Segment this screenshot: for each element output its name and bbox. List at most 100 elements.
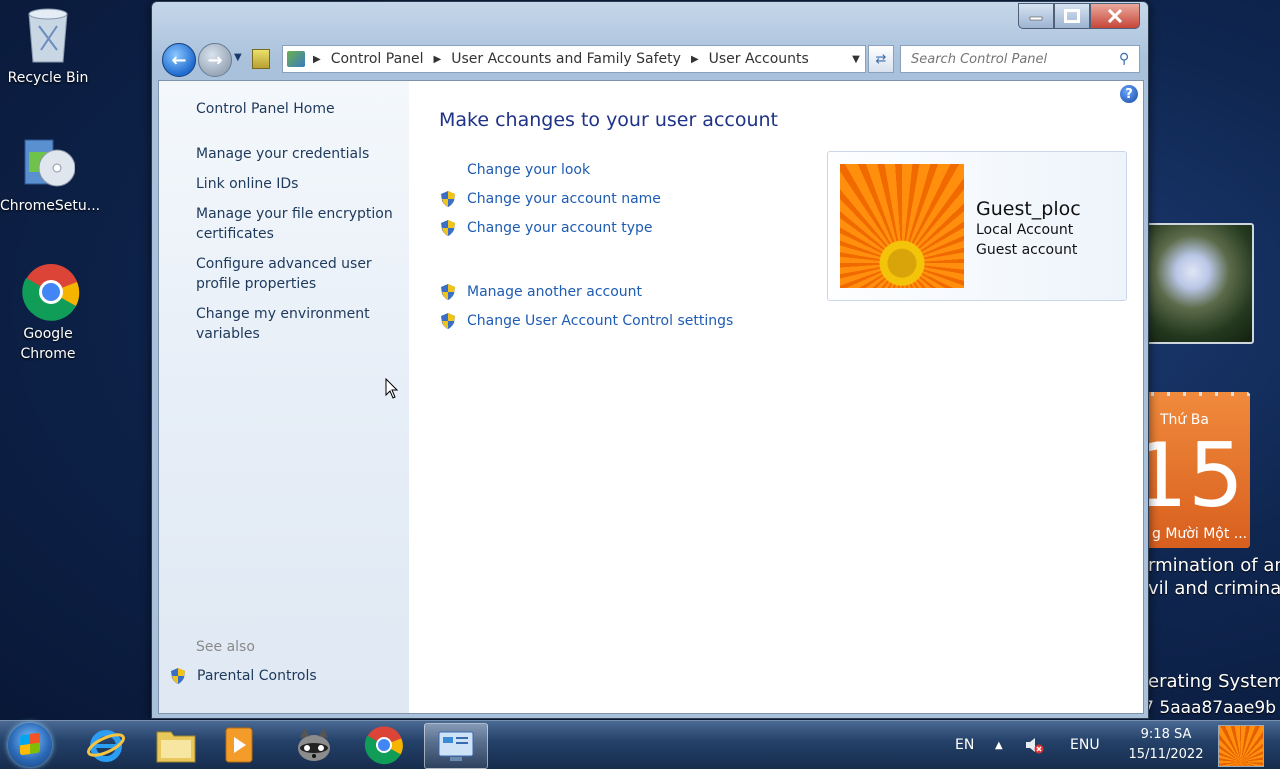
desktop-icon-recycle-bin[interactable]: Recycle Bin (0, 6, 96, 88)
breadcrumb-separator-icon[interactable]: ▶ (434, 54, 442, 65)
desktop-icon-label-line1: Google (23, 326, 73, 342)
address-bar[interactable]: ▶ Control Panel ▶ User Accounts and Fami… (282, 45, 866, 73)
chevron-up-icon: ▲ (995, 739, 1003, 751)
close-button[interactable] (1090, 3, 1140, 29)
task-label: Change your account name (467, 191, 661, 207)
desktop-icon-label: ChromeSetu... (0, 198, 101, 214)
desktop-icon-label: Recycle Bin (7, 70, 89, 86)
parental-controls-label: Parental Controls (197, 668, 317, 684)
recent-pages-dropdown[interactable]: ▼ (234, 52, 242, 63)
account-picture[interactable] (840, 164, 964, 288)
breadcrumb-user-accounts-family-safety[interactable]: User Accounts and Family Safety (451, 51, 681, 67)
breadcrumb-control-panel[interactable]: Control Panel (331, 51, 424, 67)
desktop-icon-google-chrome[interactable]: Google Chrome (0, 262, 96, 364)
folder-icon (156, 731, 196, 763)
refresh-button[interactable]: ⇄ (868, 45, 894, 73)
desktop-text-line: erating System (1148, 671, 1280, 692)
search-box[interactable]: ⚲ (900, 45, 1140, 73)
taskbar-google-chrome[interactable] (354, 723, 414, 767)
link-parental-controls[interactable]: Parental Controls (169, 667, 317, 685)
uac-shield-icon (441, 313, 455, 329)
address-dropdown-icon[interactable]: ▼ (847, 54, 865, 65)
mouse-cursor-icon (385, 378, 399, 399)
control-panel-icon (287, 51, 305, 67)
recycle-bin-icon (21, 6, 75, 64)
uac-shield-icon (441, 284, 455, 300)
task-label: Manage another account (467, 284, 643, 300)
calendar-day-number: 15 (1142, 424, 1244, 527)
internet-explorer-icon (87, 730, 125, 762)
account-name: Guest_ploc (976, 198, 1081, 220)
account-role: Guest account (976, 242, 1078, 258)
desktop-icon-label-line2: Chrome (20, 346, 76, 362)
search-icon[interactable]: ⚲ (1119, 51, 1129, 67)
clock-date: 15/11/2022 (1128, 747, 1204, 762)
help-button[interactable]: ? (1120, 85, 1138, 103)
calendar-gadget[interactable]: Thứ Ba 15 g Mười Một ... (1142, 392, 1250, 548)
link-advanced-profile-properties[interactable]: Configure advanced user profile properti… (196, 254, 396, 294)
see-also-heading: See also (196, 639, 255, 655)
task-label: Change your account type (467, 220, 653, 236)
raccoon-icon (298, 728, 330, 761)
page-heading: Make changes to your user account (439, 109, 779, 131)
show-hidden-icons-button[interactable]: ▲ (995, 721, 1003, 769)
taskbar-media-player[interactable] (210, 723, 270, 767)
arrow-left-icon: ← (171, 49, 187, 71)
task-spacer (439, 161, 457, 179)
link-control-panel-home[interactable]: Control Panel Home (196, 99, 396, 119)
forward-button[interactable]: → (198, 43, 232, 77)
account-type: Local Account (976, 222, 1074, 238)
start-button[interactable] (8, 723, 52, 767)
task-change-account-name[interactable]: Change your account name (439, 190, 661, 208)
taskbar-internet-explorer[interactable] (76, 723, 136, 767)
link-online-ids[interactable]: Link online IDs (196, 174, 396, 194)
slideshow-gadget[interactable] (1142, 223, 1254, 344)
control-panel-window: ← → ▼ ▶ Control Panel ▶ User Accounts an… (151, 1, 1149, 719)
volume-button[interactable] (1024, 721, 1044, 769)
close-icon (1107, 9, 1123, 23)
breadcrumb-separator-icon[interactable]: ▶ (691, 54, 699, 65)
calendar-month: g Mười Một ... (1152, 526, 1248, 542)
input-method-indicator[interactable]: ENU (1070, 721, 1100, 769)
maximize-button[interactable] (1054, 3, 1090, 29)
uac-shield-icon (441, 220, 455, 236)
desktop-text-line: vil and criminal (1148, 578, 1280, 599)
speaker-muted-icon (1026, 738, 1044, 754)
windows-logo-icon (20, 732, 40, 756)
task-change-look[interactable]: Change your look (439, 161, 590, 179)
maximize-icon (1064, 9, 1080, 23)
link-manage-credentials[interactable]: Manage your credentials (196, 144, 396, 164)
chrome-icon (364, 726, 403, 765)
taskbar-control-panel[interactable] (424, 723, 488, 769)
link-file-encryption-certificates[interactable]: Manage your file encryption certificates (196, 204, 396, 244)
uac-shield-icon (171, 668, 185, 684)
taskbar-raccoon-app[interactable] (284, 723, 344, 767)
left-navigation-pane: Control Panel Home Manage your credentia… (159, 81, 409, 713)
refresh-icon: ⇄ (875, 51, 887, 67)
taskbar-windows-explorer[interactable] (146, 723, 206, 767)
task-manage-another-account[interactable]: Manage another account (439, 283, 642, 301)
back-button[interactable]: ← (162, 43, 196, 77)
breadcrumb-separator-icon[interactable]: ▶ (313, 54, 321, 65)
task-label: Change your look (467, 162, 591, 178)
clock-time: 9:18 SA (1140, 727, 1192, 742)
language-indicator[interactable]: EN (955, 721, 974, 769)
help-icon: ? (1125, 86, 1133, 102)
arrow-right-icon: → (207, 49, 223, 71)
task-change-account-type[interactable]: Change your account type (439, 219, 652, 237)
caption-buttons (1018, 3, 1140, 29)
task-uac-settings[interactable]: Change User Account Control settings (439, 312, 733, 330)
show-desktop-thumbnail[interactable] (1218, 725, 1264, 767)
media-player-icon (225, 727, 253, 763)
system-clock[interactable]: 9:18 SA 15/11/2022 (1120, 725, 1212, 765)
minimize-button[interactable] (1018, 3, 1054, 29)
breadcrumb-user-accounts[interactable]: User Accounts (709, 51, 809, 67)
link-environment-variables[interactable]: Change my environment variables (196, 304, 396, 344)
chrome-icon (21, 262, 80, 321)
minimize-icon (1029, 16, 1043, 21)
content-area: Control Panel Home Manage your credentia… (158, 80, 1144, 714)
desktop-icon-chromesetup[interactable]: ChromeSetu... (0, 134, 101, 216)
account-card: Guest_ploc Local Account Guest account (827, 151, 1127, 301)
folder-icon (252, 49, 270, 69)
search-input[interactable] (909, 50, 1119, 68)
